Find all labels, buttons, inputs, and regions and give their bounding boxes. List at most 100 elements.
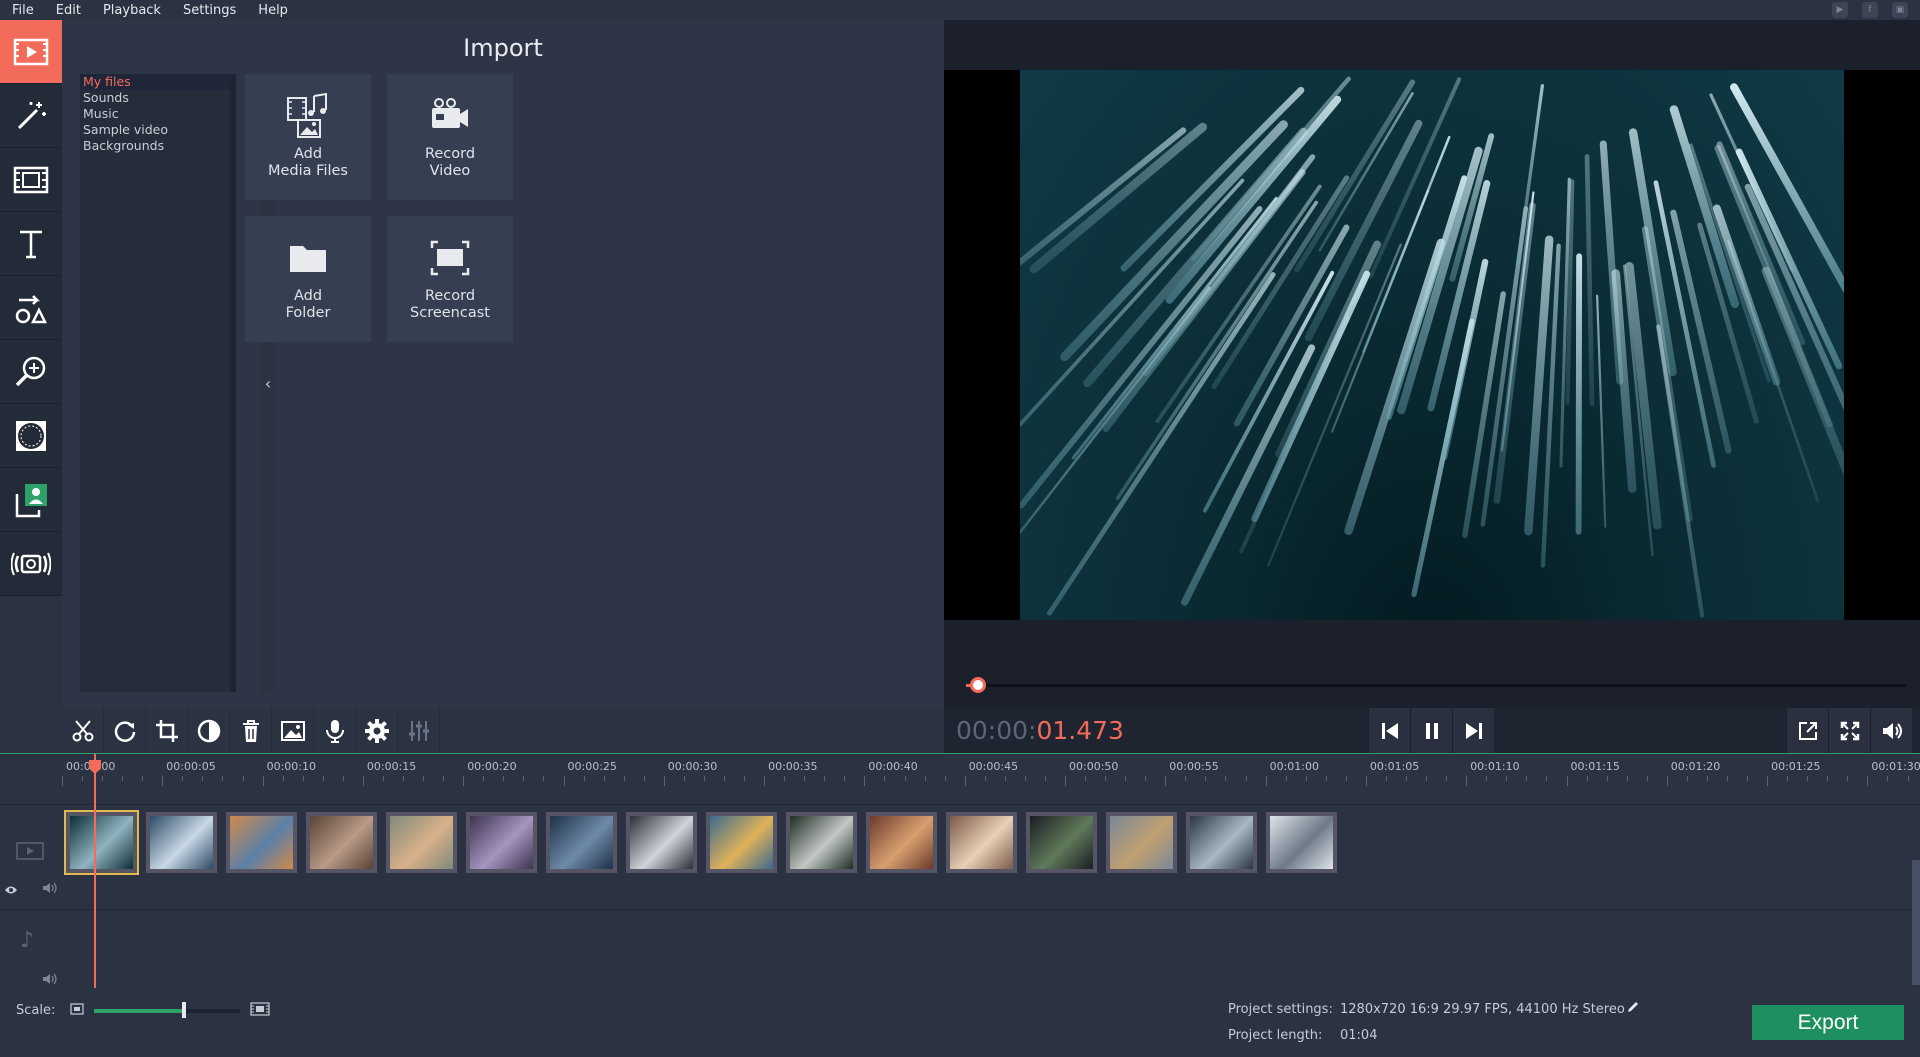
track-mute-icon[interactable]	[42, 879, 58, 898]
delete-button[interactable]	[230, 708, 272, 753]
seekbar[interactable]	[944, 664, 1920, 708]
light-streak	[1181, 344, 1316, 606]
folder-icon	[290, 246, 326, 272]
volume-icon	[1882, 722, 1902, 739]
timeline-clip[interactable]	[1264, 810, 1339, 875]
ruler-tick-label: 00:01:15	[1570, 760, 1620, 773]
ruler-tick	[804, 776, 806, 781]
color-adjust-icon	[197, 719, 220, 742]
ruler-tick	[1225, 776, 1227, 781]
clip-thumbnail	[1190, 816, 1253, 869]
time-ruler[interactable]: 00:00:0000:00:0500:00:1000:00:1500:00:20…	[62, 754, 1920, 804]
previous-button[interactable]	[1368, 708, 1410, 753]
tool-zoom[interactable]	[0, 340, 62, 404]
timeline-clip[interactable]	[224, 810, 299, 875]
timeline-scrollbar[interactable]	[1912, 860, 1920, 985]
pause-button[interactable]	[1410, 708, 1452, 753]
ruler-tick	[382, 776, 384, 781]
menu-playback[interactable]: Playback	[91, 3, 171, 18]
ruler-tick	[1285, 776, 1287, 781]
color-adjust-button[interactable]	[188, 708, 230, 753]
playhead[interactable]	[94, 754, 96, 989]
rotate-button[interactable]	[104, 708, 146, 753]
youtube-icon[interactable]: ▶	[1832, 2, 1848, 18]
tree-item-music[interactable]: Music	[80, 106, 230, 122]
ruler-tick	[1767, 776, 1769, 786]
timeline-clip[interactable]	[864, 810, 939, 875]
menu-settings[interactable]: Settings	[171, 3, 246, 18]
tool-filters[interactable]	[0, 148, 62, 212]
facebook-icon[interactable]: f	[1862, 2, 1878, 18]
detach-player-button[interactable]	[1786, 708, 1828, 753]
record-video-button[interactable]: Record Video	[387, 74, 513, 200]
timeline-clip[interactable]	[464, 810, 539, 875]
timeline-clip[interactable]	[64, 810, 139, 875]
export-button[interactable]: Export	[1752, 1005, 1904, 1040]
video-track-header	[0, 805, 62, 909]
timeline-clip[interactable]	[944, 810, 1019, 875]
edit-settings-icon[interactable]	[1626, 1000, 1640, 1018]
seek-track[interactable]	[966, 684, 1906, 687]
volume-button[interactable]	[1870, 708, 1912, 753]
timeline-clip[interactable]	[704, 810, 779, 875]
timeline[interactable]: 00:00:0000:00:0500:00:1000:00:1500:00:20…	[0, 753, 1920, 989]
ruler-tick	[1666, 776, 1668, 786]
ruler-tick-label: 00:01:00	[1269, 760, 1319, 773]
light-streak	[1596, 294, 1607, 528]
tool-chroma[interactable]	[0, 468, 62, 532]
zoom-in-icon[interactable]	[250, 1002, 270, 1020]
tool-mask[interactable]	[0, 404, 62, 468]
settings-button[interactable]	[356, 708, 398, 753]
record-screencast-button[interactable]: Record Screencast	[387, 216, 513, 342]
equalizer-button[interactable]	[398, 708, 440, 753]
add-media-files-button[interactable]: Add Media Files	[245, 74, 371, 200]
scale-slider-handle[interactable]	[182, 1002, 186, 1018]
video-preview[interactable]	[944, 70, 1920, 620]
tree-scrollbar[interactable]	[230, 74, 236, 692]
next-button[interactable]	[1452, 708, 1494, 753]
edit-toolbar	[62, 708, 944, 753]
timeline-clip[interactable]	[1184, 810, 1259, 875]
timeline-clip[interactable]	[784, 810, 859, 875]
video-track[interactable]	[62, 810, 1920, 880]
file-tree: My files Sounds Music Sample video Backg…	[80, 74, 236, 692]
ruler-tick	[302, 776, 304, 781]
timeline-clip[interactable]	[384, 810, 459, 875]
tool-magic[interactable]	[0, 84, 62, 148]
tree-item-sounds[interactable]: Sounds	[80, 90, 230, 106]
tool-callouts[interactable]	[0, 276, 62, 340]
timecode-active: 01.473	[1036, 716, 1124, 745]
add-folder-button[interactable]: Add Folder	[245, 216, 371, 342]
menu-help[interactable]: Help	[246, 3, 298, 18]
seek-handle[interactable]	[970, 677, 987, 693]
clip-thumbnail	[870, 816, 933, 869]
cut-button[interactable]	[62, 708, 104, 753]
vk-icon[interactable]: ▣	[1892, 2, 1908, 18]
tool-titles[interactable]	[0, 212, 62, 276]
tree-item-backgrounds[interactable]: Backgrounds	[80, 138, 230, 154]
eye-icon[interactable]	[4, 880, 18, 899]
timeline-clip[interactable]	[304, 810, 379, 875]
timecode: 00:00:01.473	[956, 716, 1124, 745]
timeline-clip[interactable]	[1024, 810, 1099, 875]
tool-stabilize[interactable]	[0, 532, 62, 596]
menu-file[interactable]: File	[0, 3, 44, 18]
fullscreen-button[interactable]	[1828, 708, 1870, 753]
timeline-clip[interactable]	[544, 810, 619, 875]
timeline-clip[interactable]	[1104, 810, 1179, 875]
tree-item-sample-video[interactable]: Sample video	[80, 122, 230, 138]
ruler-tick	[362, 776, 364, 786]
clip-properties-button[interactable]	[272, 708, 314, 753]
light-streaks-image	[1020, 76, 1844, 618]
record-audio-button[interactable]	[314, 708, 356, 753]
zoom-out-icon[interactable]	[70, 1003, 84, 1019]
filmstrip-filters-icon	[13, 166, 49, 193]
timeline-clip[interactable]	[624, 810, 699, 875]
music-mute-icon[interactable]	[42, 970, 58, 989]
tree-item-my-files[interactable]: My files	[80, 74, 230, 90]
track-divider	[0, 804, 1920, 805]
menu-edit[interactable]: Edit	[44, 3, 91, 18]
tool-import[interactable]	[0, 20, 62, 84]
crop-button[interactable]	[146, 708, 188, 753]
timeline-clip[interactable]	[144, 810, 219, 875]
